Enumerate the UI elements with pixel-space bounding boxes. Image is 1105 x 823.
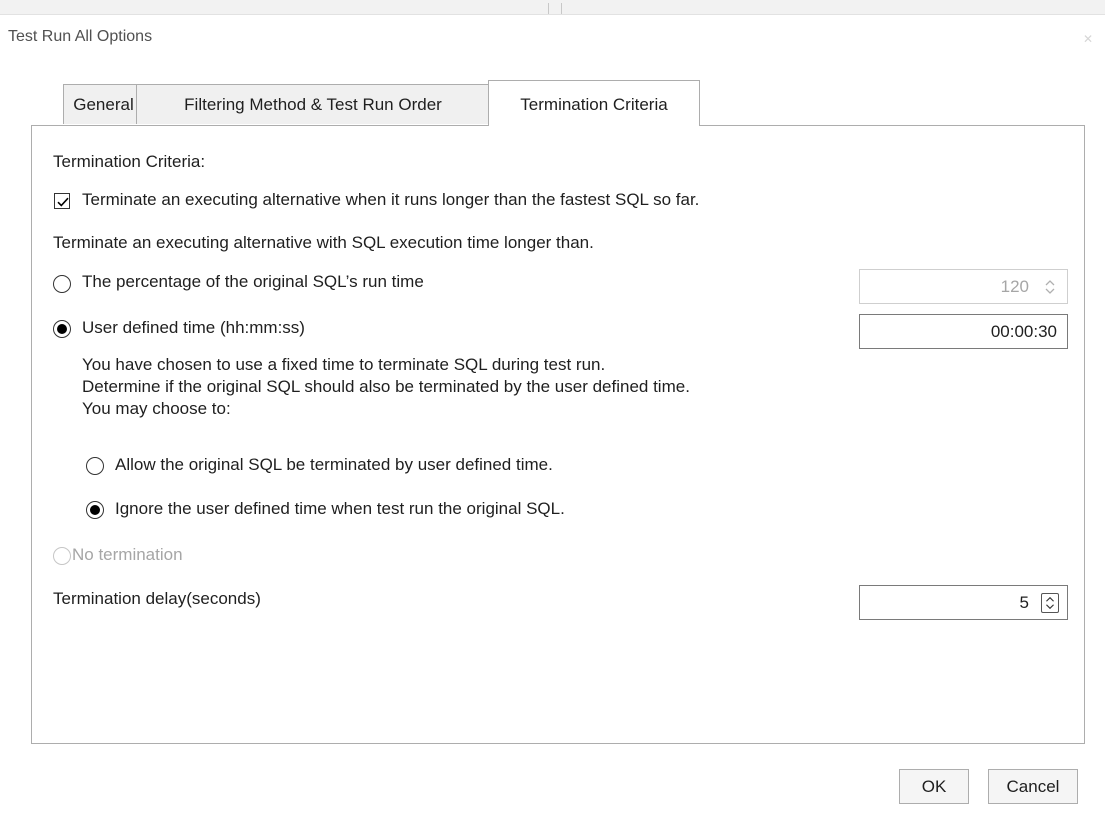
user-defined-time-value: 00:00:30 bbox=[990, 322, 1057, 341]
background-window-strip bbox=[0, 0, 1105, 15]
no-termination-radio bbox=[53, 547, 71, 565]
dialog-title: Test Run All Options bbox=[8, 28, 153, 45]
strip-divider bbox=[561, 3, 562, 14]
info-line-2: Determine if the original SQL should als… bbox=[82, 377, 690, 396]
percentage-stepper[interactable]: 120 bbox=[859, 269, 1068, 304]
user-defined-label[interactable]: User defined time (hh:mm:ss) bbox=[82, 318, 305, 338]
user-defined-time-input[interactable]: 00:00:30 bbox=[859, 314, 1068, 349]
percentage-value: 120 bbox=[1000, 277, 1029, 296]
info-line-1: You have chosen to use a fixed time to t… bbox=[82, 355, 606, 374]
strip-divider bbox=[548, 3, 549, 14]
percentage-label[interactable]: The percentage of the original SQL’s run… bbox=[82, 272, 424, 292]
spin-arrows-icon[interactable] bbox=[1041, 277, 1059, 297]
no-termination-label: No termination bbox=[72, 545, 183, 564]
terminate-fastest-label[interactable]: Terminate an executing alternative when … bbox=[82, 190, 699, 210]
ignore-user-time-radio[interactable] bbox=[86, 501, 104, 519]
tab-general[interactable]: General bbox=[63, 84, 144, 124]
tab-filtering-method[interactable]: Filtering Method & Test Run Order bbox=[136, 84, 490, 124]
allow-terminate-radio[interactable] bbox=[86, 457, 104, 475]
percentage-radio[interactable] bbox=[53, 275, 71, 293]
checkmark-icon bbox=[57, 197, 69, 207]
cancel-button[interactable]: Cancel bbox=[988, 769, 1078, 804]
delay-stepper[interactable]: 5 bbox=[859, 585, 1068, 620]
info-line-3: You may choose to: bbox=[82, 399, 231, 418]
ignore-user-time-label[interactable]: Ignore the user defined time when test r… bbox=[115, 499, 565, 519]
ok-button[interactable]: OK bbox=[899, 769, 969, 804]
delay-label: Termination delay(seconds) bbox=[53, 589, 261, 608]
terminate-fastest-checkbox[interactable] bbox=[54, 193, 70, 209]
spin-arrows-icon[interactable] bbox=[1041, 593, 1059, 613]
close-icon[interactable]: ✕ bbox=[1080, 31, 1096, 47]
section-label: Termination Criteria: bbox=[53, 152, 206, 171]
intro-text: Terminate an executing alternative with … bbox=[53, 233, 594, 252]
allow-terminate-label[interactable]: Allow the original SQL be terminated by … bbox=[115, 455, 553, 475]
tab-panel-termination bbox=[31, 125, 1085, 744]
tab-termination-criteria[interactable]: Termination Criteria bbox=[488, 80, 700, 126]
user-defined-radio[interactable] bbox=[53, 320, 71, 338]
delay-value: 5 bbox=[1019, 593, 1029, 612]
